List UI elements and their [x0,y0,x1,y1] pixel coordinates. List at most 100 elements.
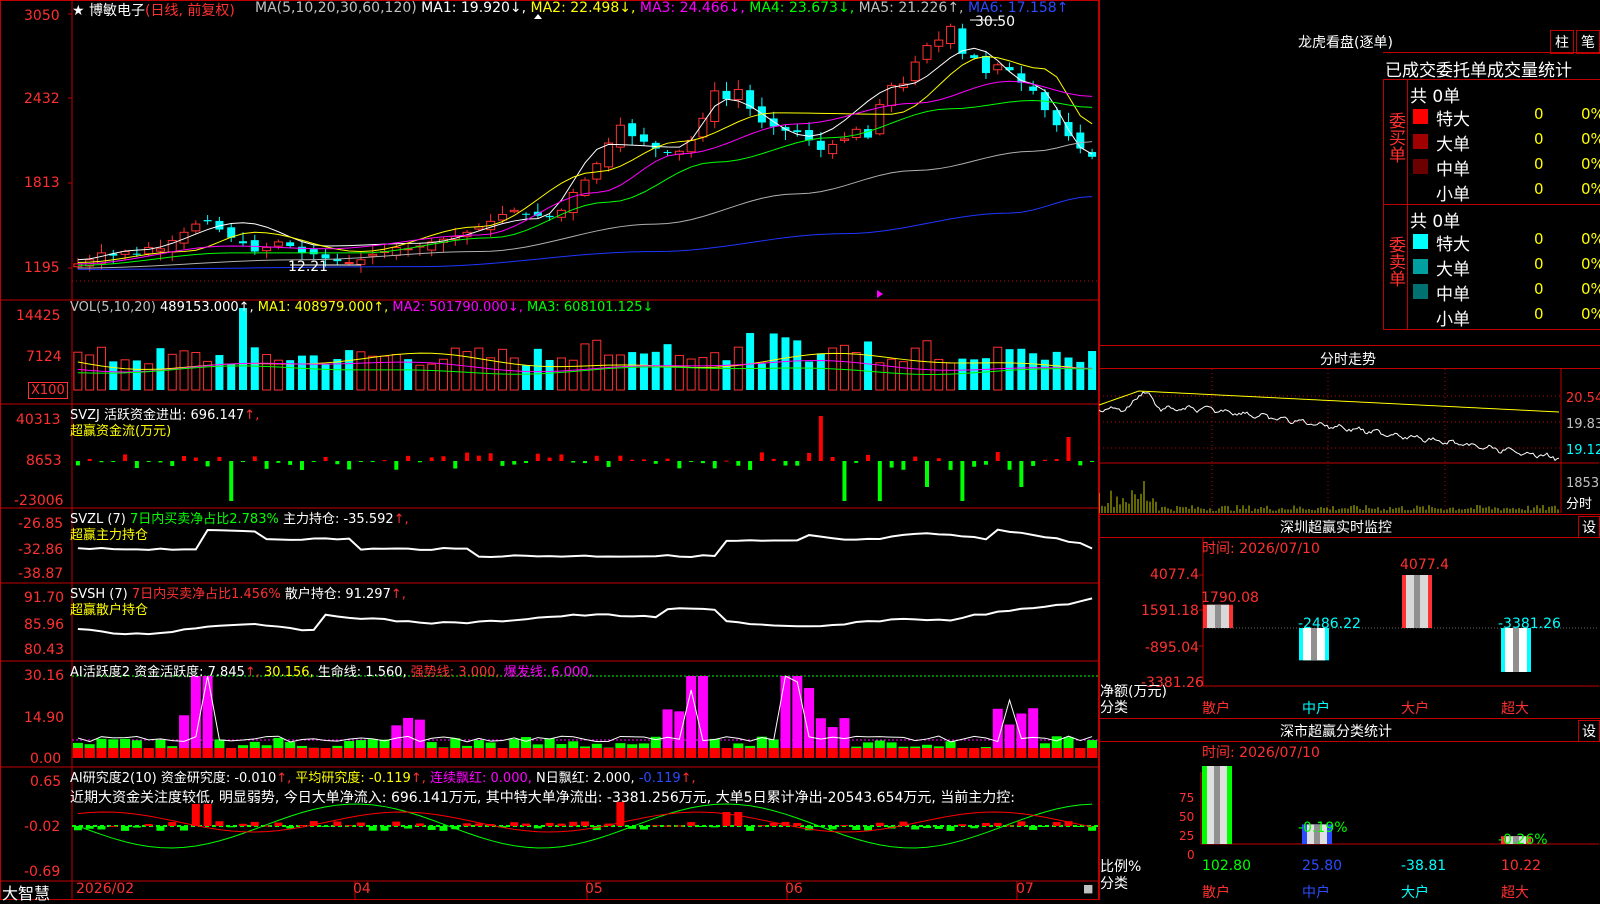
life-line-bar [603,748,614,758]
volume-bar-down [215,355,224,390]
inflow-bar [406,455,411,461]
main-holding-chart[interactable] [77,528,1093,558]
fund-flow-chart[interactable] [75,416,1095,501]
kline-chart-area[interactable] [0,0,1100,900]
order-row[interactable]: 特大 0 0% [1408,229,1600,255]
life-line-bar [638,748,649,758]
order-label: 特大 [1436,235,1470,255]
life-line-bar [992,748,1003,758]
volume-bar-down [545,359,554,390]
outflow-bar [229,461,234,501]
candle-up [509,209,519,213]
life-line-bar [167,748,178,758]
inflow-bar [724,460,729,462]
outflow-bar [276,461,281,463]
life-line-bar [249,748,260,758]
life-line-bar [96,748,107,758]
life-line-bar [261,748,272,758]
research-bar-up [581,821,589,826]
volume-axis-label: 14425 [16,308,61,324]
order-row[interactable]: 大单 0 0% [1408,254,1600,280]
research-bar-down [852,826,861,830]
life-line-bar [874,748,885,758]
inflow-bar [488,453,493,461]
volume-bar-up [273,359,283,391]
sell-group-label: 委卖单 [1385,236,1405,287]
order-row[interactable]: 特大 0 0% [1408,104,1600,130]
lock-icon[interactable]: ■ [1083,882,1093,895]
volume-bar-down [250,347,259,390]
life-line-bar [521,748,532,758]
volume-unit-button[interactable]: X100 [28,382,68,399]
inflow-bar [323,456,328,461]
sz-classify-category: 散户 [1202,885,1230,901]
volume-bar-down [1088,351,1097,390]
life-line-bar [131,748,142,758]
sz-classify-value: 25.80 [1302,858,1343,874]
inflow-bar [630,459,635,461]
research-bar-down [934,826,943,829]
life-line-bar [1004,748,1015,758]
research-bar-up [1052,822,1061,826]
outflow-bar [512,461,517,465]
outflow-bar [736,461,741,466]
tab-volume-stats[interactable]: 成交量统计 [1487,56,1572,81]
tab-orders[interactable]: 委托单 [1436,56,1487,81]
candle-up [262,246,272,252]
candle-up [946,25,956,45]
buy-group-label: 委买单 [1385,112,1405,163]
inflow-bar [87,458,92,461]
price-axis-label: 2432 [24,91,60,107]
outflow-bar [712,461,717,469]
order-pct: 0% [1581,155,1600,173]
inflow-bar [771,458,776,461]
sz-classify-chart[interactable] [1099,742,1600,900]
order-color-swatch [1413,234,1428,249]
price-axis-label: 3050 [24,8,60,24]
order-row[interactable]: 中单 0 0% [1408,154,1600,180]
order-row[interactable]: 小单 0 0% [1408,179,1600,205]
sz-classify-axis-label: 0 [1187,848,1195,862]
research-bar-up [392,821,401,826]
tab-filled[interactable]: 已成交 [1385,56,1436,81]
life-line-bar [580,748,590,758]
sz-classify-settings-button[interactable]: 设 [1578,720,1600,742]
monitor-bar-shine [1513,628,1519,672]
life-line-bar [226,748,237,758]
sz-monitor-axis-label: 4077.4 [1150,567,1199,583]
order-row[interactable]: 小单 0 0% [1408,304,1600,330]
monitor-bar [1402,575,1432,628]
retail-holding-line [77,597,1093,636]
life-line-bar [426,748,437,758]
volume-bar-up [710,352,720,391]
outflow-bar [972,461,977,467]
inflow-bar [559,454,564,461]
sz-monitor-settings-button[interactable]: 设 [1578,516,1600,538]
ai-activity-chart[interactable] [72,675,1098,758]
header-segment: N日飘红: 2.000, [531,771,635,786]
order-row[interactable]: 大单 0 0% [1408,129,1600,155]
intraday-chart[interactable] [1099,369,1600,514]
ai-activity-axis-label: 14.90 [24,710,65,726]
activity-line [77,675,1093,743]
header-segment: MA3: 608101.125↓ [522,300,654,315]
sz-classify-category: 中户 [1302,885,1330,901]
ai-research-chart[interactable] [72,802,1098,849]
order-row[interactable]: 中单 0 0% [1408,279,1600,305]
volume-chart[interactable] [73,308,1097,391]
volume-bar-up [144,363,154,391]
candlestick-chart[interactable] [73,14,1097,298]
order-label: 大单 [1436,135,1470,155]
ai-research-header: AI研究度2(10) 资金研究度: -0.010↑, 平均研究度: -0.119… [70,767,696,786]
svsh-subtitle: 超赢散户持仓 [70,599,148,618]
header-segment: 7日内买卖净占比1.456% [131,587,281,602]
research-bar-up [510,822,519,826]
retail-holding-chart[interactable] [77,597,1093,636]
life-line-bar [697,748,708,758]
inflow-bar [547,457,552,461]
life-line-bar [238,748,248,758]
life-line-bar [344,748,355,758]
pen-mode-button[interactable]: 笔 [1576,30,1600,54]
svzj-axis-label: 8653 [26,453,62,469]
bar-mode-button[interactable]: 柱 [1550,30,1574,54]
